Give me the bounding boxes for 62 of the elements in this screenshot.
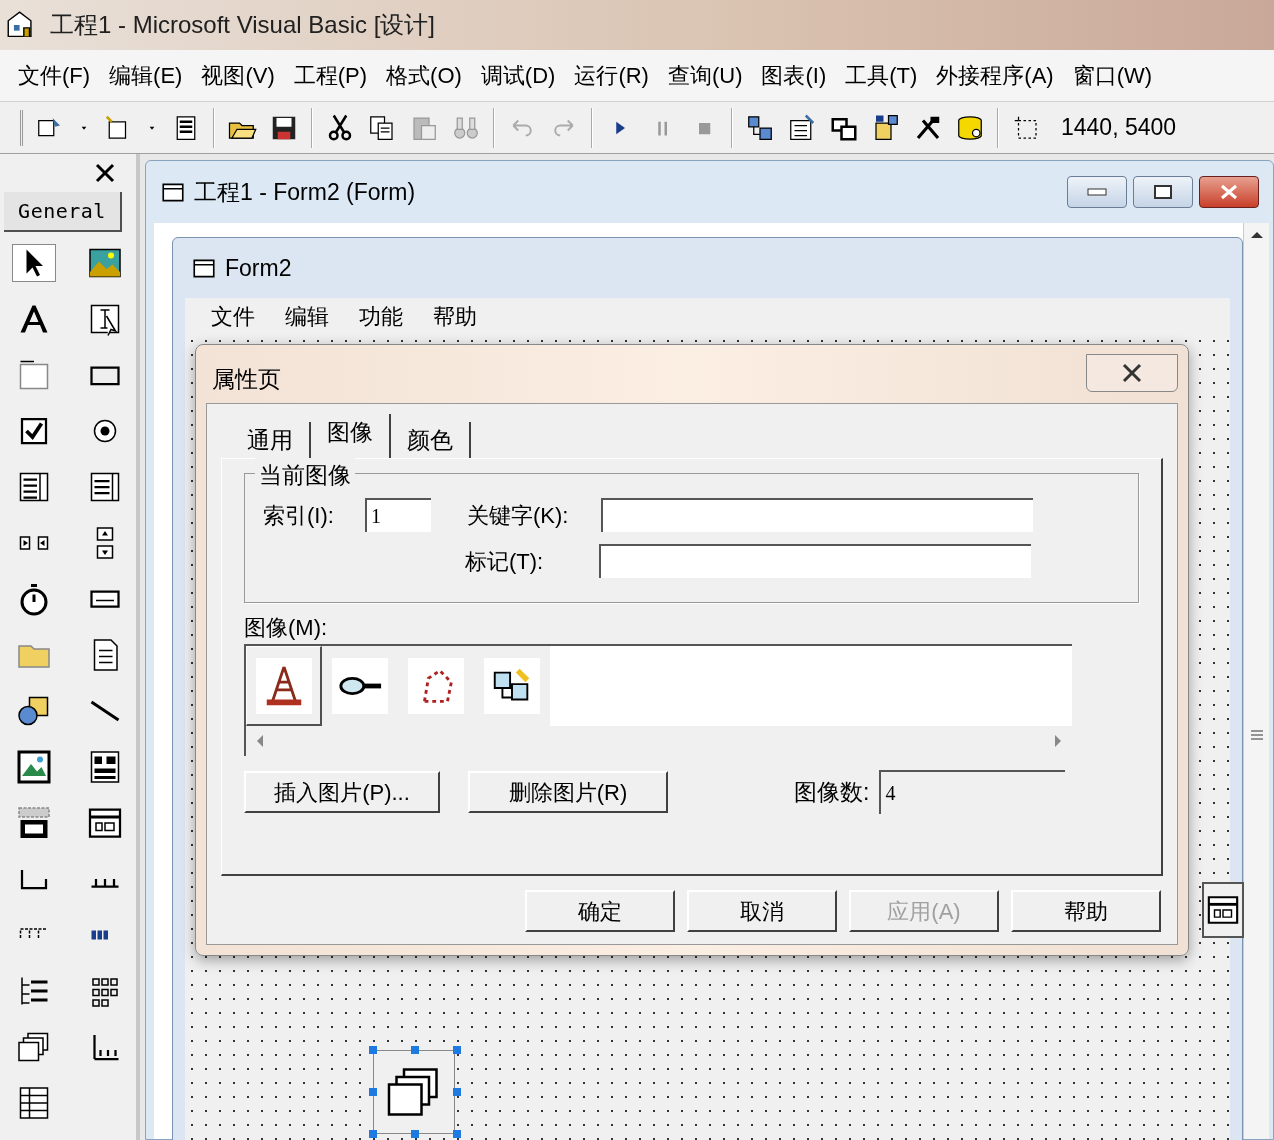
form-menu-item[interactable]: 帮助 [433,299,477,333]
menu-item[interactable]: 工具(T) [845,59,918,92]
menu-item[interactable]: 格式(O) [386,59,462,92]
properties-icon[interactable] [787,112,817,143]
input-field[interactable] [601,498,1033,532]
close-button[interactable] [1086,354,1178,392]
minimize-button[interactable] [1067,176,1127,208]
field-label: 关键字(K): [467,501,570,530]
selection-handle[interactable] [369,1088,377,1096]
image-icon[interactable] [16,749,52,785]
maximize-button[interactable] [1133,176,1193,208]
position-readout: 1440, 5400 [1061,113,1177,143]
window-title: 工程1 - Microsoft Visual Basic [设计] [50,10,435,40]
scroll-left-icon[interactable] [256,735,264,747]
dialog-button[interactable]: 取消 [687,890,837,932]
menu-item[interactable]: 查询(U) [667,59,743,92]
toolbox-tab[interactable]: General [4,192,122,232]
input-field[interactable]: 1 [365,498,431,532]
scroll-up-icon[interactable] [1250,231,1263,239]
dialog-button[interactable]: 帮助 [1011,890,1161,932]
menu-item[interactable]: 编辑(E) [109,59,183,92]
selection-handle[interactable] [369,1046,377,1054]
insert-picture-button[interactable]: 插入图片(P)... [244,771,440,813]
menu-item[interactable]: 工程(P) [293,59,368,92]
selection-handle[interactable] [369,1130,377,1138]
selection-handle[interactable] [453,1130,461,1138]
vertical-scrollbar[interactable] [1243,223,1269,1139]
close-icon [93,161,117,185]
tab[interactable]: 颜色 [391,422,471,458]
image-tile[interactable] [246,646,322,726]
dialog-title: 属性页 [212,364,281,394]
form-title: Form2 [225,253,292,283]
input-field[interactable] [599,544,1031,578]
menu-item[interactable]: 调试(D) [480,59,556,92]
image-count-field[interactable]: 4 [879,770,1066,814]
form-menu-item[interactable]: 功能 [359,299,403,333]
minimize-icon [1087,188,1107,196]
field-label: 标记(T): [465,547,545,576]
menu-item[interactable]: 文件(F) [18,59,91,92]
restore-icon [1153,184,1173,200]
form-menu-item[interactable]: 编辑 [285,299,329,333]
delete-picture-button[interactable]: 删除图片(R) [468,771,668,813]
child-window-title: 工程1 - Form2 (Form) [194,177,417,207]
selection-handle[interactable] [411,1130,419,1138]
scroll-right-icon[interactable] [1054,735,1062,747]
close-icon [1219,184,1239,200]
selection-handle[interactable] [453,1088,461,1096]
menu-item[interactable]: 运行(R) [574,59,649,92]
selection-handle[interactable] [453,1046,461,1054]
menu-item[interactable]: 视图(V) [201,59,275,92]
grip-icon[interactable] [1249,729,1264,741]
image-count-label: 图像数: [794,777,870,807]
dialog-button[interactable]: 确定 [525,890,675,932]
selection-handle[interactable] [411,1046,419,1054]
close-button[interactable] [1199,176,1259,208]
close-icon [1121,363,1143,383]
field-label: 索引(I): [263,501,335,530]
images-label: 图像(M): [244,614,329,642]
form-menu-item[interactable]: 文件 [211,299,255,333]
menu-item[interactable]: 窗口(W) [1072,59,1153,92]
menu-item[interactable]: 图表(I) [761,59,827,92]
menu-item[interactable]: 外接程序(A) [936,59,1054,92]
